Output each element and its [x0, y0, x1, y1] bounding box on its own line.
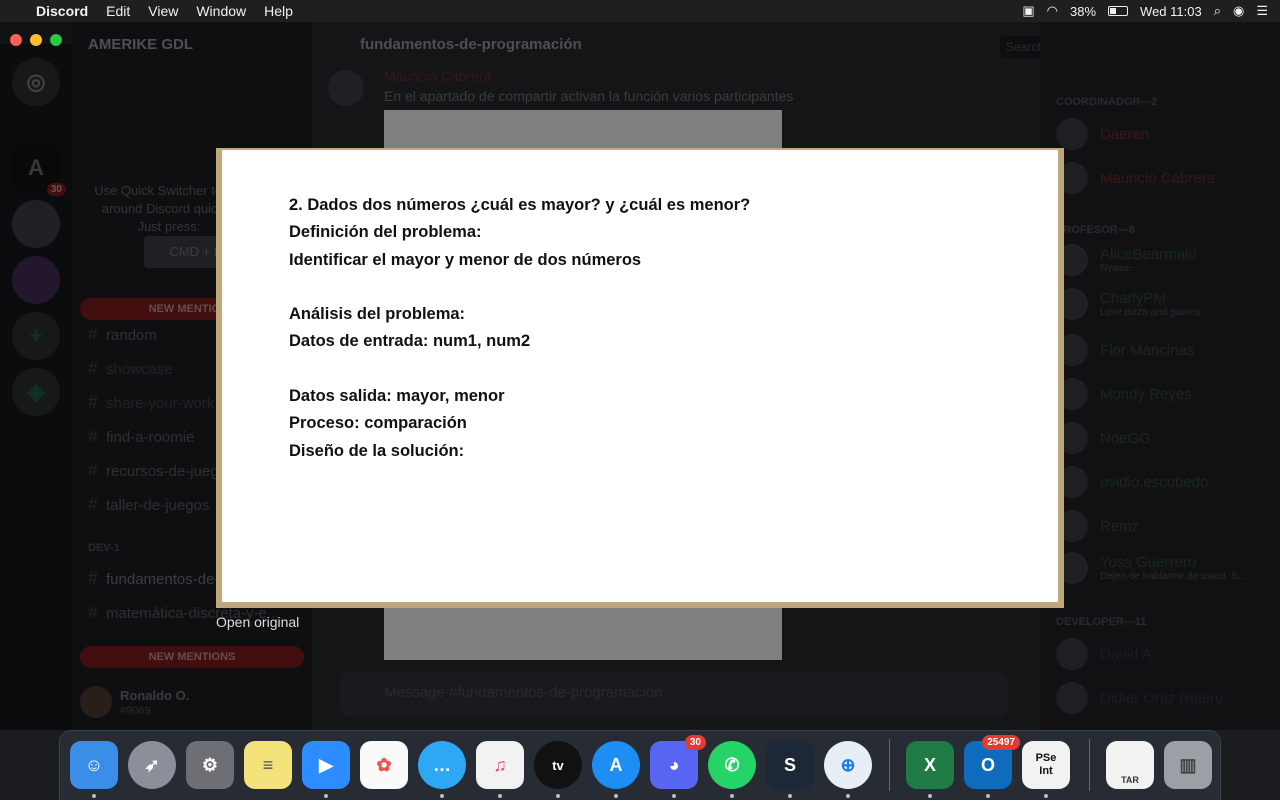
clock[interactable]: Wed 11:03	[1140, 4, 1202, 19]
safari-icon[interactable]: ⊕	[824, 741, 872, 798]
image-viewer: 2. Dados dos números ¿cuál es mayor? y ¿…	[216, 148, 1064, 608]
doc-line-5: Datos de entrada: num1, num2	[289, 332, 531, 351]
system-preferences-icon[interactable]: ⚙	[186, 741, 234, 789]
apple-tv-icon[interactable]: tv	[534, 741, 582, 798]
siri-icon[interactable]: ◉	[1233, 3, 1244, 19]
status-area: ▣ ◠ 38% Wed 11:03 ⌕ ◉ ☰	[1022, 0, 1268, 22]
minimize-window-button[interactable]	[30, 34, 42, 46]
pse-int-icon[interactable]: PSe Int	[1022, 741, 1070, 798]
doc-line-3: Identificar el mayor y menor de dos núme…	[289, 250, 642, 269]
menu-bar: Discord Edit View Window Help ▣ ◠ 38% We…	[0, 0, 1280, 22]
menu-help[interactable]: Help	[264, 3, 293, 19]
menu-view[interactable]: View	[148, 3, 178, 19]
doc-line-7: Proceso: comparación	[289, 414, 467, 433]
doc-line-4: Análisis del problema:	[289, 305, 466, 324]
outlook-icon[interactable]: O 25497	[964, 735, 1020, 798]
desktop: Discord Edit View Window Help ▣ ◠ 38% We…	[0, 0, 1280, 800]
control-center-icon[interactable]: ☰	[1256, 3, 1268, 19]
dock: ☺ ➶ ⚙ ≡ ▶ ✿ … ♫ tv A ◕ 30 ✆ S ⊕ X O 25497 …	[59, 730, 1221, 800]
discord-dock-badge: 30	[684, 735, 706, 750]
whatsapp-icon[interactable]: ✆	[708, 741, 756, 798]
close-window-button[interactable]	[10, 34, 22, 46]
battery-icon[interactable]	[1108, 6, 1129, 16]
menu-edit[interactable]: Edit	[106, 3, 130, 19]
notes-icon[interactable]: ≡	[244, 741, 292, 789]
app-store-icon[interactable]: A	[592, 741, 640, 798]
excel-icon[interactable]: X	[906, 741, 954, 798]
launchpad-icon[interactable]: ➶	[128, 741, 176, 789]
zoom-window-button[interactable]	[50, 34, 62, 46]
doc-blank-1	[289, 278, 1058, 305]
doc-line-2: Definición del problema:	[289, 223, 482, 242]
tar-label: TAR	[1121, 775, 1139, 785]
doc-line-8: Diseño de la solución:	[289, 441, 465, 460]
finder-icon[interactable]: ☺	[70, 741, 118, 798]
tar-file-icon[interactable]: TAR	[1106, 741, 1154, 789]
scrivener-icon[interactable]: S	[766, 741, 814, 798]
trash-icon[interactable]: ▥	[1164, 741, 1212, 789]
app-menu[interactable]: Discord	[36, 3, 88, 19]
wifi-icon[interactable]: ◠	[1047, 3, 1058, 19]
spotlight-search-icon[interactable]: ⌕	[1214, 3, 1221, 19]
window-controls	[10, 34, 62, 46]
discord-dock-icon[interactable]: ◕ 30	[650, 735, 706, 798]
doc-line-6: Datos salida: mayor, menor	[289, 387, 505, 406]
outlook-dock-badge: 25497	[982, 735, 1020, 750]
doc-line-1: 2. Dados dos números ¿cuál es mayor? y ¿…	[289, 196, 751, 214]
menu-window[interactable]: Window	[196, 3, 246, 19]
open-original-link[interactable]: Open original	[216, 614, 299, 630]
viewer-image[interactable]: 2. Dados dos números ¿cuál es mayor? y ¿…	[222, 150, 1058, 602]
messages-icon[interactable]: …	[418, 741, 466, 798]
doc-blank-2	[289, 360, 1058, 387]
battery-percent: 38%	[1070, 3, 1097, 19]
camera-icon[interactable]: ▣	[1022, 3, 1034, 19]
music-icon[interactable]: ♫	[476, 741, 524, 798]
zoom-icon[interactable]: ▶	[302, 741, 350, 798]
dock-separator-2	[1089, 739, 1090, 791]
dock-separator-1	[889, 739, 890, 791]
photos-icon[interactable]: ✿	[360, 741, 408, 789]
int-label: Int	[1039, 765, 1053, 777]
pse-label: PSe	[1035, 752, 1057, 764]
